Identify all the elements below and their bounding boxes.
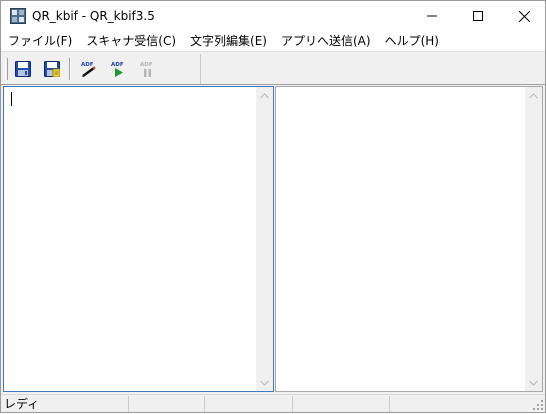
right-text-area[interactable] [276, 87, 525, 391]
status-panel-2 [129, 396, 205, 412]
save-button[interactable] [12, 58, 34, 80]
title-bar[interactable]: QR_kbif - QR_kbif3.5 [1, 1, 545, 31]
adf-edit-icon: ADF [81, 62, 96, 77]
status-bar: レディ [1, 394, 545, 412]
adf-text: ADF [81, 62, 94, 68]
right-text-pane [275, 86, 543, 392]
left-scroll-up-button[interactable] [256, 87, 273, 104]
toolbar: ADF ADF ADF [3, 54, 201, 84]
adf-text: ADF [140, 62, 153, 68]
adf-pause-icon: ADF [140, 62, 153, 77]
toolbar-separator [69, 58, 71, 80]
adf-pause-button: ADF [137, 58, 159, 80]
minimize-button[interactable] [409, 1, 455, 31]
maximize-button[interactable] [455, 1, 501, 31]
status-panel-5 [390, 396, 530, 412]
chevron-down-icon [260, 380, 269, 386]
left-text-pane [3, 86, 274, 392]
text-caret [11, 92, 12, 106]
adf-start-button[interactable]: ADF [108, 58, 130, 80]
menu-send-to-app[interactable]: アプリへ送信(A) [274, 31, 378, 51]
main-window: QR_kbif - QR_kbif3.5 ファイル(F) スキャナ受信(C) 文… [0, 0, 546, 413]
close-button[interactable] [501, 1, 546, 31]
close-icon [518, 10, 530, 22]
menu-scanner-receive[interactable]: スキャナ受信(C) [79, 31, 183, 51]
menu-file[interactable]: ファイル(F) [1, 31, 79, 51]
menu-bar: ファイル(F) スキャナ受信(C) 文字列編集(E) アプリへ送信(A) ヘルプ… [1, 31, 545, 51]
resize-grip-icon [533, 400, 543, 410]
window-title: QR_kbif - QR_kbif3.5 [32, 9, 155, 23]
save-as-icon [44, 61, 60, 77]
right-vertical-scrollbar[interactable] [525, 87, 542, 391]
status-panel-4 [293, 396, 390, 412]
adf-text: ADF [111, 62, 124, 68]
toolbar-area: ADF ADF ADF [1, 51, 545, 85]
toolbar-gripper[interactable] [5, 58, 8, 80]
left-text-area[interactable] [4, 87, 256, 391]
left-vertical-scrollbar[interactable] [256, 87, 273, 391]
app-icon[interactable] [10, 8, 26, 24]
right-scroll-down-button[interactable] [525, 374, 542, 391]
menu-text-edit[interactable]: 文字列編集(E) [183, 31, 274, 51]
minimize-icon [427, 15, 437, 17]
adf-start-icon: ADF [111, 62, 124, 77]
maximize-icon [473, 11, 483, 21]
resize-grip[interactable] [532, 399, 544, 411]
chevron-down-icon [529, 380, 538, 386]
chevron-up-icon [260, 92, 269, 98]
menu-help[interactable]: ヘルプ(H) [378, 31, 446, 51]
save-icon [15, 61, 31, 77]
status-panel-main: レディ [1, 396, 129, 412]
right-scroll-up-button[interactable] [525, 87, 542, 104]
save-as-button[interactable] [41, 58, 63, 80]
adf-edit-button[interactable]: ADF [78, 58, 100, 80]
left-scroll-down-button[interactable] [256, 374, 273, 391]
status-panel-3 [205, 396, 293, 412]
chevron-up-icon [529, 92, 538, 98]
